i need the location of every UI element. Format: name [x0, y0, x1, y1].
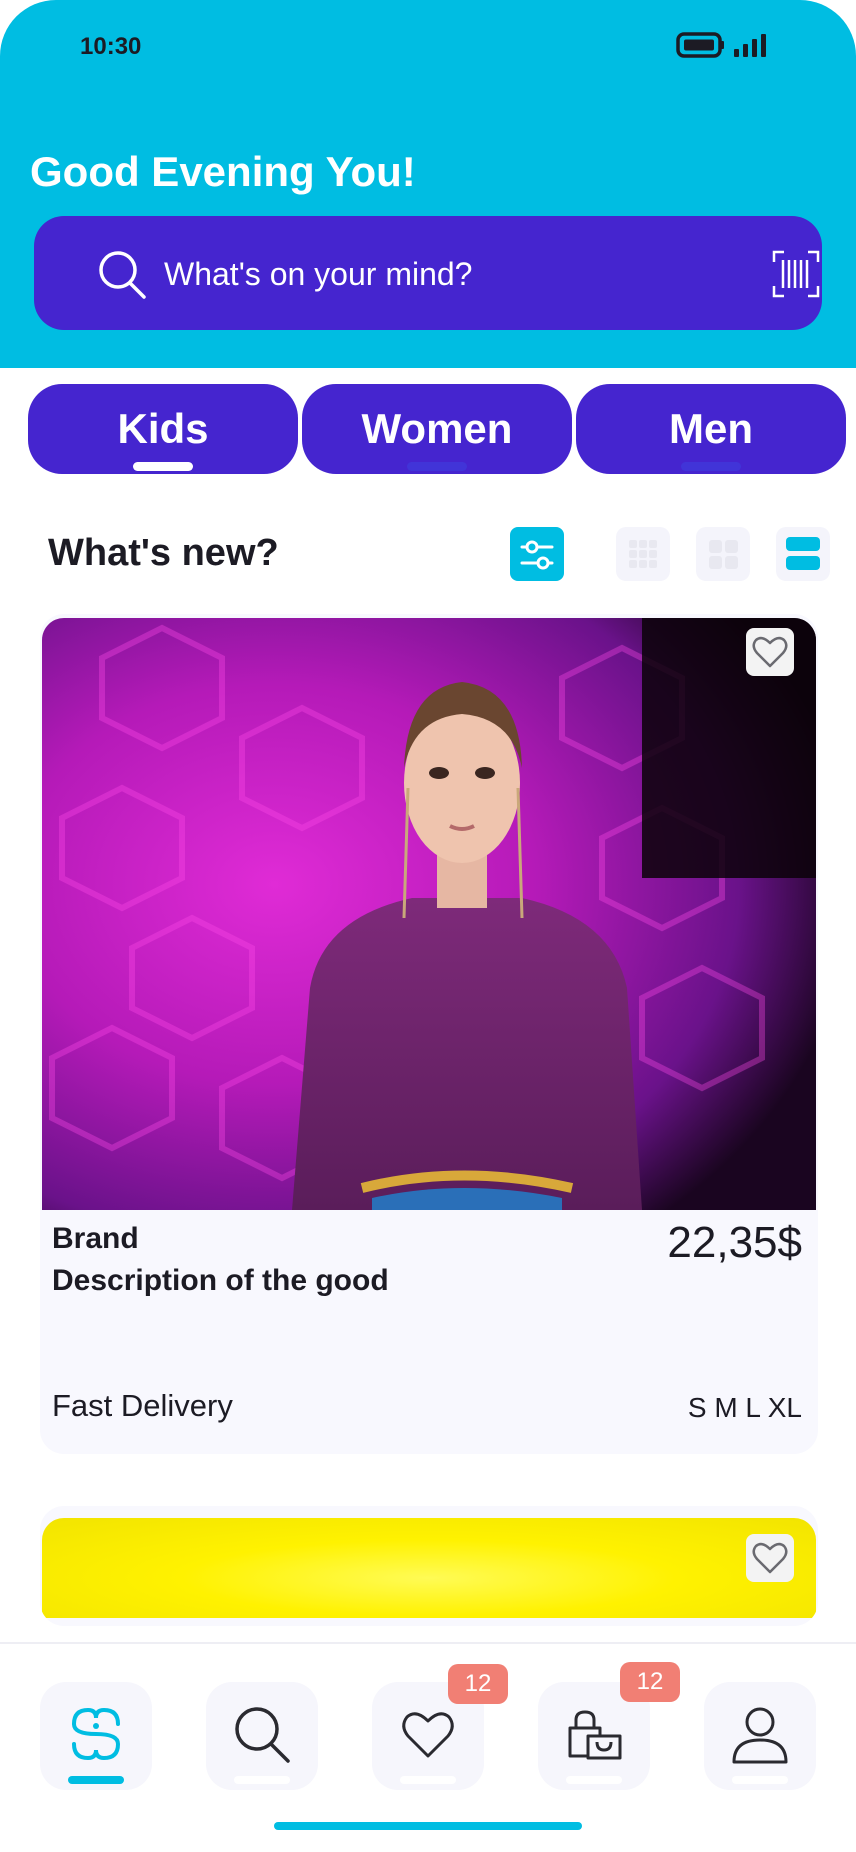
product-brand: Brand	[52, 1222, 139, 1255]
category-label: Kids	[117, 405, 209, 452]
available-sizes: S M L XL	[687, 1392, 802, 1423]
product-image[interactable]	[42, 618, 816, 1210]
nav-search[interactable]	[206, 1682, 318, 1790]
signal-icon	[734, 34, 766, 57]
bag-count-badge: 12	[620, 1662, 680, 1702]
list-view-button[interactable]	[776, 527, 830, 581]
product-price: 22,35$	[667, 1218, 802, 1267]
nav-indicator	[566, 1776, 622, 1784]
grid-3x3-icon	[629, 540, 657, 568]
product-description: Description of the good	[52, 1264, 389, 1297]
product-photo	[42, 618, 816, 1210]
category-tab-kids[interactable]: Kids	[28, 384, 298, 474]
barcode-scan-icon[interactable]	[772, 250, 820, 298]
product-card[interactable]	[40, 1506, 818, 1626]
search-bar[interactable]: What's on your mind?	[34, 216, 822, 330]
battery-icon	[676, 32, 724, 58]
category-tab-men[interactable]: Men	[576, 384, 846, 474]
status-time: 10:30	[80, 33, 142, 60]
nav-profile[interactable]	[704, 1682, 816, 1790]
category-label: Women	[361, 405, 513, 452]
active-indicator	[133, 462, 193, 471]
sliders-icon	[520, 540, 554, 570]
product-card[interactable]	[40, 614, 818, 1454]
heart-icon	[402, 1712, 454, 1758]
greeting-title: Good Evening You!	[30, 148, 416, 195]
profile-icon	[732, 1707, 788, 1764]
heart-outline-icon	[752, 1542, 788, 1574]
nav-home[interactable]	[40, 1682, 152, 1790]
tab-indicator	[407, 462, 467, 471]
bottom-navigation: 12 12	[0, 1642, 856, 1852]
filter-button[interactable]	[510, 527, 564, 581]
grid-3-view-button[interactable]	[616, 527, 670, 581]
nav-indicator	[234, 1776, 290, 1784]
category-label: Men	[669, 405, 753, 452]
list-view-icon	[786, 537, 820, 570]
home-indicator[interactable]	[274, 1822, 582, 1830]
delivery-info: Fast Delivery	[52, 1388, 233, 1423]
tab-indicator	[681, 462, 741, 471]
status-icons	[676, 32, 766, 58]
product-image[interactable]	[42, 1518, 816, 1618]
favorite-button[interactable]	[746, 628, 794, 676]
active-indicator	[68, 1776, 124, 1784]
favorite-button[interactable]	[746, 1534, 794, 1582]
home-logo-icon	[72, 1707, 121, 1761]
heart-outline-icon	[752, 636, 788, 668]
category-tab-women[interactable]: Women	[302, 384, 572, 474]
nav-indicator	[732, 1776, 788, 1784]
section-title: What's new?	[48, 532, 279, 574]
search-icon	[235, 1707, 290, 1763]
app-screen: 10:30 Good Evening You! What's on your m…	[0, 0, 856, 1852]
search-placeholder[interactable]: What's on your mind?	[164, 256, 472, 293]
shopping-bag-icon	[568, 1710, 622, 1760]
grid-2-view-button[interactable]	[696, 527, 750, 581]
nav-indicator	[400, 1776, 456, 1784]
favorites-count-badge: 12	[448, 1664, 508, 1704]
search-icon	[99, 251, 146, 299]
header: 10:30 Good Evening You! What's on your m…	[0, 0, 856, 368]
grid-2x2-icon	[709, 540, 738, 569]
